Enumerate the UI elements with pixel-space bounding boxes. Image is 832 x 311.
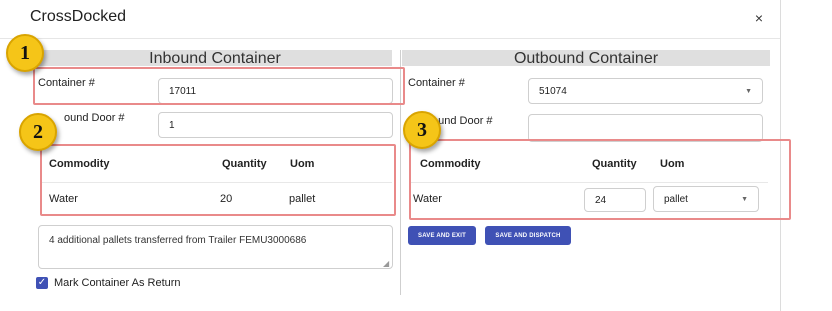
- mark-return-checkbox[interactable]: ✓: [36, 277, 48, 289]
- mark-return-label: Mark Container As Return: [54, 277, 181, 289]
- outbound-container-value: 51074: [539, 85, 567, 97]
- outbound-container-select[interactable]: 51074 ▼: [528, 78, 763, 104]
- inbound-title: Inbound Container: [149, 50, 281, 67]
- chevron-down-icon: ▼: [745, 87, 752, 95]
- save-and-exit-button[interactable]: SAVE AND EXIT: [408, 226, 476, 245]
- inbound-door-value: 1: [169, 119, 175, 131]
- textarea-resize-icon[interactable]: ◢: [383, 259, 389, 268]
- notes-textarea[interactable]: 4 additional pallets transferred from Tr…: [38, 225, 393, 269]
- highlight-box-1: [33, 67, 405, 105]
- header-divider: [0, 38, 780, 39]
- highlight-box-2: [40, 144, 396, 216]
- outbound-door-label: ound Door #: [432, 115, 493, 127]
- notes-text: 4 additional pallets transferred from Tr…: [49, 235, 307, 246]
- outbound-container-label: Container #: [408, 77, 465, 89]
- inbound-door-label: ound Door #: [64, 112, 125, 124]
- save-and-dispatch-button[interactable]: SAVE AND DISPATCH: [485, 226, 571, 245]
- dialog-title: CrossDocked: [30, 8, 127, 25]
- outbound-title: Outbound Container: [513, 50, 659, 67]
- outbound-door-field[interactable]: [528, 114, 763, 142]
- callout-2-badge: 2: [19, 113, 57, 151]
- callout-1-badge: 1: [6, 34, 44, 72]
- callout-3-badge: 3: [403, 111, 441, 149]
- inbound-door-field[interactable]: 1: [158, 112, 393, 138]
- highlight-box-3: [409, 139, 791, 220]
- close-icon[interactable]: ×: [752, 10, 766, 26]
